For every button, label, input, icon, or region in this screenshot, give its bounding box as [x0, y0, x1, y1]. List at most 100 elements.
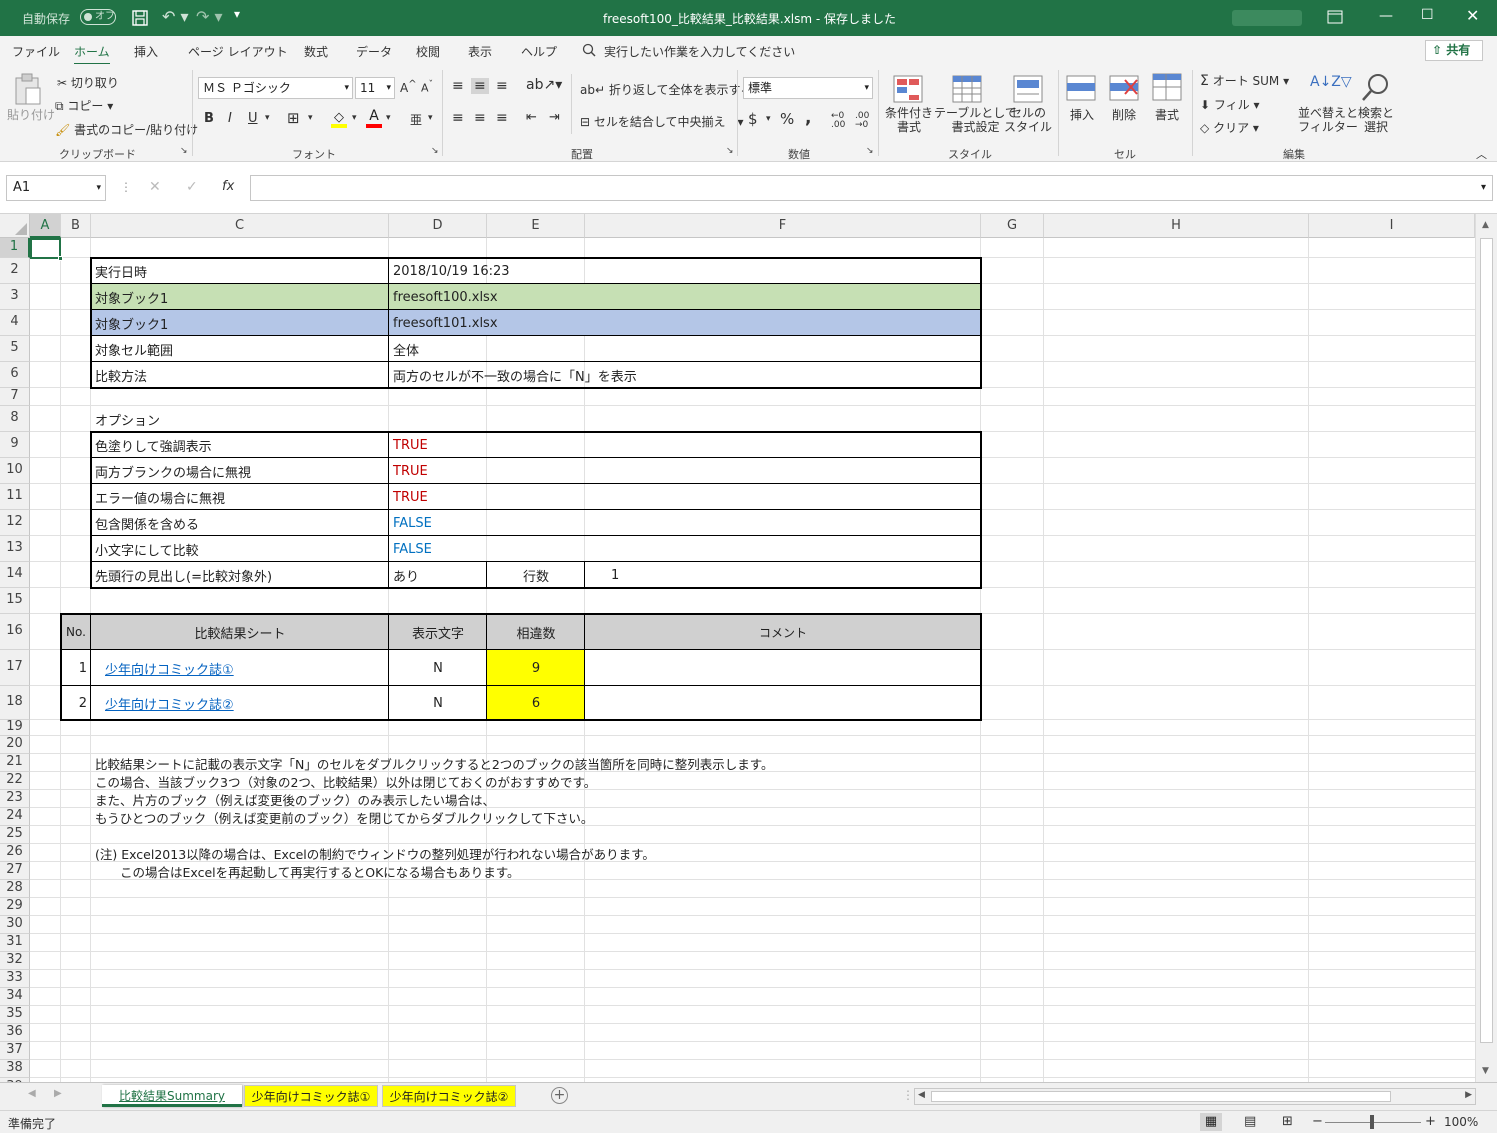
- zoom-in-button[interactable]: +: [1425, 1114, 1436, 1129]
- name-box[interactable]: A1 ▾: [6, 175, 106, 201]
- tab-review[interactable]: 校閲: [416, 43, 440, 60]
- fill-color-icon[interactable]: ◇: [331, 110, 347, 128]
- row-header[interactable]: 18: [0, 686, 30, 720]
- phonetic-icon[interactable]: 亜: [410, 111, 422, 128]
- row-header[interactable]: 19: [0, 720, 30, 736]
- bold-button[interactable]: B: [204, 111, 214, 126]
- column-header[interactable]: B: [61, 214, 91, 238]
- column-header[interactable]: F: [585, 214, 981, 238]
- row-header[interactable]: 37: [0, 1042, 30, 1060]
- tab-home[interactable]: ホーム: [74, 43, 110, 65]
- chevron-down-icon[interactable]: ▾: [352, 113, 357, 123]
- row-header[interactable]: 24: [0, 808, 30, 826]
- row-header[interactable]: 28: [0, 880, 30, 898]
- collapse-ribbon-icon[interactable]: ︿: [1476, 146, 1487, 162]
- row-header[interactable]: 7: [0, 388, 30, 406]
- active-cell[interactable]: [30, 238, 61, 259]
- tell-me-input[interactable]: 実行したい作業を入力してください: [604, 43, 795, 60]
- wrap-text-button[interactable]: ab↵ 折り返して全体を表示する: [580, 81, 753, 98]
- column-header[interactable]: G: [981, 214, 1044, 238]
- font-launcher-icon[interactable]: ↘: [431, 146, 439, 156]
- chevron-down-icon[interactable]: ▾: [265, 113, 270, 123]
- row-header[interactable]: 12: [0, 510, 30, 536]
- underline-button[interactable]: U: [248, 111, 258, 126]
- align-bottom-icon[interactable]: ≡: [496, 78, 508, 94]
- font-color-icon[interactable]: A: [366, 108, 382, 128]
- zoom-out-button[interactable]: −: [1312, 1114, 1323, 1129]
- row-header[interactable]: 20: [0, 736, 30, 754]
- save-icon[interactable]: [131, 9, 149, 27]
- cell-styles-icon[interactable]: [1013, 74, 1043, 104]
- tab-file[interactable]: ファイル: [12, 43, 60, 60]
- row-header[interactable]: 22: [0, 772, 30, 790]
- row-header[interactable]: 35: [0, 1006, 30, 1024]
- format-cells-button[interactable]: 書式: [1155, 106, 1179, 123]
- align-center-icon[interactable]: ≡: [474, 110, 486, 126]
- undo-icon[interactable]: ↶ ▾: [162, 7, 189, 26]
- sort-filter-button[interactable]: 並べ替えと フィルター: [1298, 106, 1358, 134]
- sheet-tab-comic-2[interactable]: 少年向けコミック誌②: [382, 1085, 516, 1107]
- sheet-tab-summary[interactable]: 比較結果Summary: [102, 1085, 242, 1107]
- column-header[interactable]: H: [1044, 214, 1309, 238]
- row-header[interactable]: 26: [0, 844, 30, 862]
- autosave-toggle[interactable]: オフ: [80, 9, 116, 25]
- minimize-icon[interactable]: —: [1379, 8, 1393, 24]
- insert-cells-icon[interactable]: [1066, 74, 1096, 102]
- row-header[interactable]: 21: [0, 754, 30, 772]
- row-header[interactable]: 10: [0, 458, 30, 484]
- align-left-icon[interactable]: ≡: [452, 110, 464, 126]
- close-icon[interactable]: ✕: [1466, 6, 1479, 25]
- comma-button[interactable]: ,: [805, 108, 811, 128]
- cell-styles-button[interactable]: セルの スタイル: [1004, 106, 1052, 134]
- number-launcher-icon[interactable]: ↘: [866, 146, 874, 156]
- fill-button[interactable]: ⬇ フィル ▾: [1200, 96, 1260, 113]
- conditional-formatting-icon[interactable]: [893, 74, 923, 104]
- chevron-down-icon[interactable]: ▾: [766, 114, 771, 124]
- zoom-level[interactable]: 100%: [1444, 1115, 1478, 1129]
- find-select-button[interactable]: 検索と 選択: [1358, 106, 1394, 134]
- redo-icon[interactable]: ↷ ▾: [196, 7, 223, 26]
- chevron-down-icon[interactable]: ▾: [428, 113, 433, 123]
- insert-function-button[interactable]: fx: [222, 179, 234, 194]
- row-header[interactable]: 16: [0, 614, 30, 650]
- scroll-up-icon[interactable]: ▲: [1482, 220, 1489, 230]
- account-avatar[interactable]: [1232, 10, 1302, 26]
- copy-button[interactable]: ⧉ コピー ▾: [55, 97, 113, 114]
- row-header[interactable]: 25: [0, 826, 30, 844]
- column-header[interactable]: D: [389, 214, 487, 238]
- row-header[interactable]: 13: [0, 536, 30, 562]
- row-header[interactable]: 4: [0, 310, 30, 336]
- decrease-indent-icon[interactable]: ⇤: [526, 110, 537, 125]
- delete-cells-icon[interactable]: [1109, 74, 1139, 102]
- row-header[interactable]: 36: [0, 1024, 30, 1042]
- italic-button[interactable]: I: [228, 111, 232, 126]
- row-header[interactable]: 32: [0, 952, 30, 970]
- percent-button[interactable]: %: [780, 110, 794, 128]
- column-header[interactable]: I: [1309, 214, 1475, 238]
- border-icon[interactable]: ⊞: [287, 109, 300, 127]
- number-format-select[interactable]: 標準 ▾: [743, 77, 873, 99]
- horizontal-scroll-thumb[interactable]: [931, 1091, 1391, 1102]
- row-header[interactable]: 30: [0, 916, 30, 934]
- row-header[interactable]: 31: [0, 934, 30, 952]
- tab-scroll-left-icon[interactable]: ◀: [28, 1088, 36, 1099]
- column-header[interactable]: E: [487, 214, 585, 238]
- paste-button[interactable]: 貼り付け: [7, 106, 55, 123]
- font-size-select[interactable]: 11 ▾: [355, 77, 395, 99]
- tab-insert[interactable]: 挿入: [134, 43, 158, 60]
- find-select-icon[interactable]: [1360, 72, 1390, 102]
- orientation-icon[interactable]: ab↗▾: [526, 77, 562, 93]
- alignment-launcher-icon[interactable]: ↘: [726, 146, 734, 156]
- font-name-select[interactable]: ＭＳ Ｐゴシック ▾: [198, 77, 353, 99]
- row-header[interactable]: 27: [0, 862, 30, 880]
- row-header[interactable]: 33: [0, 970, 30, 988]
- insert-cells-button[interactable]: 挿入: [1070, 106, 1094, 123]
- currency-button[interactable]: $: [748, 110, 758, 128]
- scroll-right-icon[interactable]: ▶: [1465, 1090, 1472, 1100]
- vertical-scroll-thumb[interactable]: [1480, 238, 1493, 1043]
- row-header[interactable]: 14: [0, 562, 30, 588]
- row-header[interactable]: 5: [0, 336, 30, 362]
- row-header[interactable]: 3: [0, 284, 30, 310]
- scroll-left-icon[interactable]: ◀: [918, 1090, 925, 1100]
- tab-split-grip-icon[interactable]: ⋮: [902, 1088, 914, 1102]
